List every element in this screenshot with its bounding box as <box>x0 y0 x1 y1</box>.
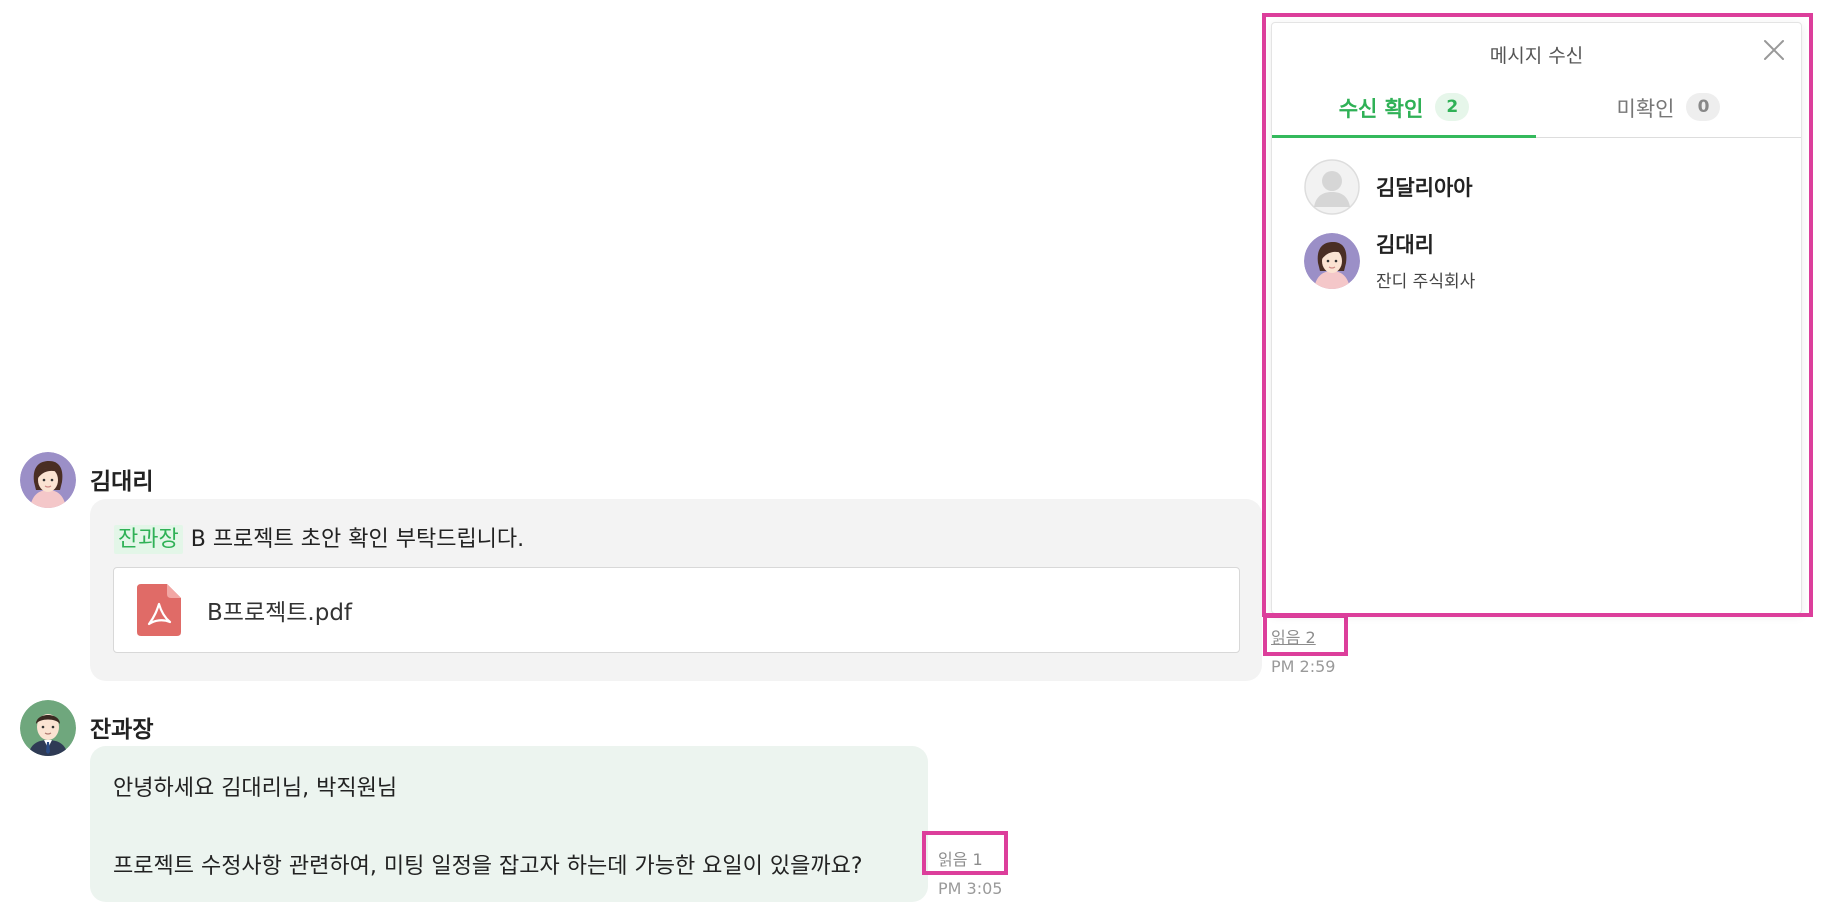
close-icon[interactable] <box>1761 37 1787 63</box>
tab-unread[interactable]: 미확인 0 <box>1536 93 1801 137</box>
panel-title: 메시지 수신 <box>1489 45 1584 67</box>
message-body: B 프로젝트 초안 확인 부탁드립니다. <box>190 527 525 552</box>
read-count-label[interactable]: 읽음 1 <box>938 846 983 870</box>
read-count-link[interactable]: 읽음 2 <box>1271 624 1316 648</box>
pdf-icon <box>137 584 181 636</box>
reader-organization: 잔디 주식회사 <box>1376 272 1476 292</box>
reader-item[interactable]: 김대리 잔디 주식회사 <box>1304 233 1475 292</box>
jan-gwajang-avatar[interactable] <box>20 700 76 756</box>
message-bubble: 잔과장 B 프로젝트 초안 확인 부탁드립니다. B프로젝트.pdf <box>90 499 1262 681</box>
message-line: 프로젝트 수정사항 관련하여, 미팅 일정을 잡고자 하는데 가능한 요일이 있… <box>113 854 863 879</box>
file-attachment[interactable]: B프로젝트.pdf <box>113 567 1240 653</box>
reader-name: 김달리아아 <box>1376 176 1473 200</box>
reader-name: 김대리 <box>1376 233 1434 257</box>
message-time: PM 2:59 <box>1271 657 1336 676</box>
sender-name: 김대리 <box>90 469 154 495</box>
message-text: 잔과장 B 프로젝트 초안 확인 부탁드립니다. <box>114 521 525 554</box>
unread-count-badge: 0 <box>1686 93 1721 121</box>
message-receipt-panel: 메시지 수신 수신 확인 2 미확인 0 김달리아아 김대리 잔디 주식회사 <box>1271 22 1802 614</box>
message-bubble: 안녕하세요 김대리님, 박직원님 프로젝트 수정사항 관련하여, 미팅 일정을 … <box>90 746 928 902</box>
kim-daeri-avatar <box>1304 233 1360 289</box>
message-line: 안녕하세요 김대리님, 박직원님 <box>113 776 398 801</box>
read-count-badge: 2 <box>1435 93 1470 121</box>
tab-label: 수신 확인 <box>1338 97 1424 121</box>
kim-daeri-avatar[interactable] <box>20 452 76 508</box>
default-avatar-icon <box>1304 159 1360 215</box>
file-name: B프로젝트.pdf <box>207 600 353 626</box>
active-tab-indicator <box>1272 135 1536 138</box>
message-time: PM 3:05 <box>938 879 1003 898</box>
tab-read[interactable]: 수신 확인 2 <box>1272 93 1536 137</box>
reader-item[interactable]: 김달리아아 <box>1304 159 1473 215</box>
tab-label: 미확인 <box>1616 97 1675 121</box>
sender-name: 잔과장 <box>90 717 154 743</box>
mention-tag[interactable]: 잔과장 <box>114 525 183 554</box>
